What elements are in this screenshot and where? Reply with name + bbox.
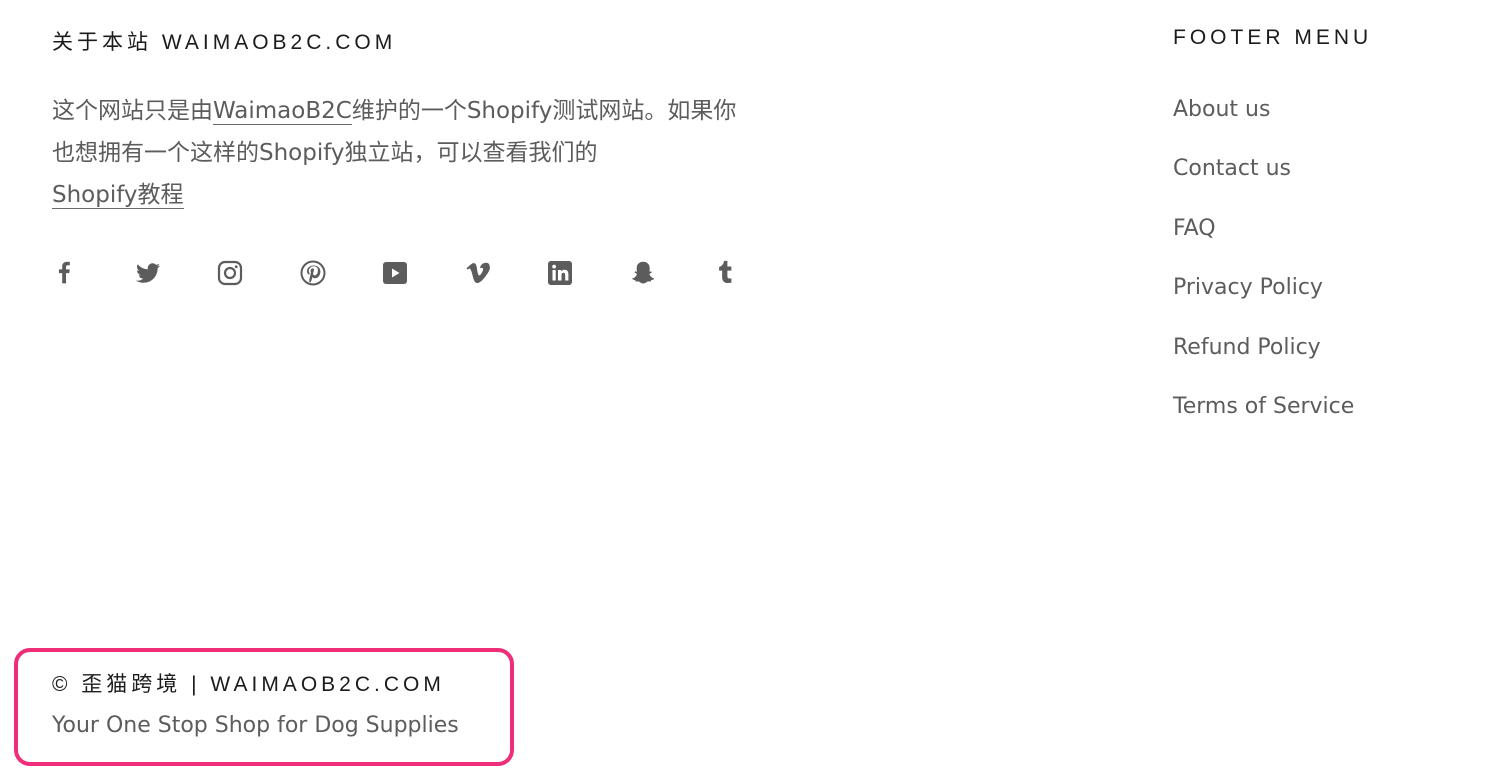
waimaob2c-link[interactable]: WaimaoB2C — [213, 98, 352, 125]
footer-link-privacy-policy[interactable]: Privacy Policy — [1173, 275, 1323, 300]
store-tagline: Your One Stop Shop for Dog Supplies — [52, 713, 459, 738]
footer-menu-heading: FOOTER MENU — [1173, 26, 1373, 49]
vimeo-icon[interactable] — [465, 260, 491, 286]
list-item: FAQ — [1173, 211, 1354, 270]
snapchat-icon[interactable] — [630, 260, 656, 286]
list-item: Privacy Policy — [1173, 270, 1354, 329]
copyright-text: © 歪猫跨境 | WAIMAOB2C.COM — [52, 673, 445, 696]
footer-menu: About us Contact us FAQ Privacy Policy R… — [1173, 92, 1354, 448]
youtube-icon[interactable] — [382, 260, 408, 286]
instagram-icon[interactable] — [217, 260, 243, 286]
pinterest-icon[interactable] — [300, 260, 326, 286]
about-text-part1: 这个网站只是由 — [52, 98, 213, 124]
facebook-icon[interactable] — [52, 260, 78, 286]
about-heading: 关于本站 WAIMAOB2C.COM — [52, 31, 397, 54]
twitter-icon[interactable] — [135, 260, 161, 286]
linkedin-icon[interactable] — [547, 260, 573, 286]
footer-link-contact-us[interactable]: Contact us — [1173, 156, 1291, 181]
list-item: Contact us — [1173, 151, 1354, 210]
list-item: Terms of Service — [1173, 389, 1354, 448]
list-item: About us — [1173, 92, 1354, 151]
shopify-tutorial-link[interactable]: Shopify教程 — [52, 182, 184, 209]
social-links — [52, 258, 795, 288]
tumblr-icon[interactable] — [712, 260, 738, 286]
list-item: Refund Policy — [1173, 330, 1354, 389]
footer-link-refund-policy[interactable]: Refund Policy — [1173, 335, 1321, 360]
about-text: 这个网站只是由WaimaoB2C维护的一个Shopify测试网站。如果你也想拥有… — [52, 90, 752, 216]
copyright-highlight-box — [14, 648, 514, 766]
footer-link-faq[interactable]: FAQ — [1173, 216, 1216, 241]
footer-link-terms-of-service[interactable]: Terms of Service — [1173, 394, 1354, 419]
footer-link-about-us[interactable]: About us — [1173, 97, 1270, 122]
